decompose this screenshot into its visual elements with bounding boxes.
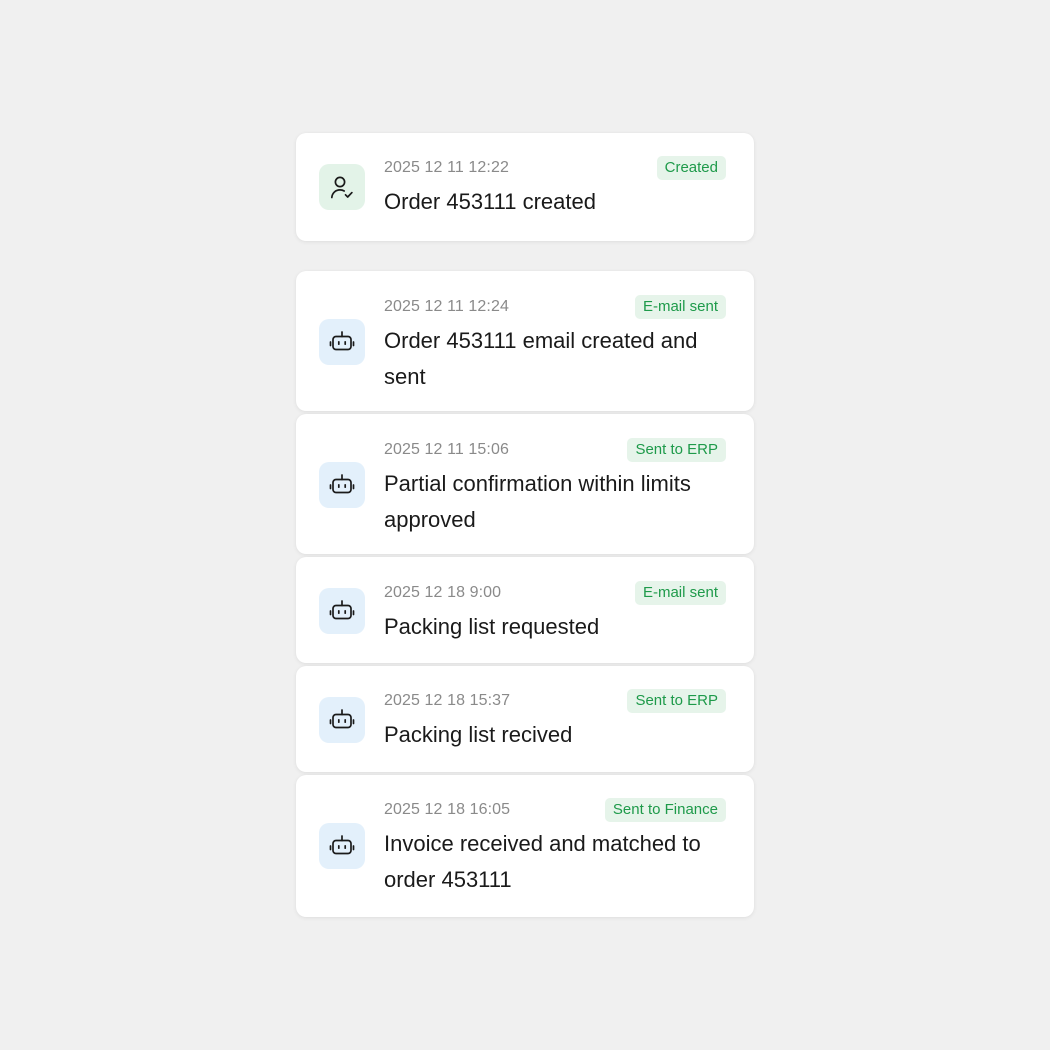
timeline-event-card[interactable]: 2025 12 18 15:37 Sent to ERP Packing lis… xyxy=(296,666,754,772)
event-timestamp: 2025 12 18 16:05 xyxy=(384,801,511,818)
timeline-event-card[interactable]: 2025 12 18 16:05 Sent to Finance Invoice… xyxy=(296,775,754,917)
event-title: Packing list requested xyxy=(384,614,600,639)
robot-icon xyxy=(319,588,365,634)
event-title: Packing list recived xyxy=(384,722,573,747)
event-timestamp: 2025 12 18 15:37 xyxy=(384,692,511,709)
event-title: Invoice received and matched to order 45… xyxy=(384,831,701,892)
status-badge: Sent to ERP xyxy=(627,438,726,462)
event-timestamp: 2025 12 11 12:24 xyxy=(384,298,509,315)
robot-icon xyxy=(319,823,365,869)
status-badge: Created xyxy=(656,156,726,180)
robot-icon xyxy=(319,319,365,365)
user-check-icon xyxy=(319,164,365,210)
event-title: Order 453111 created xyxy=(384,189,596,214)
event-title: Partial confirmation within limits appro… xyxy=(384,471,691,532)
event-title: Order 453111 email created and sent xyxy=(384,328,698,389)
event-timestamp: 2025 12 11 12:22 xyxy=(384,159,509,176)
timeline-event-card[interactable]: 2025 12 11 15:06 Sent to ERP Partial con… xyxy=(296,414,754,554)
status-badge: Sent to ERP xyxy=(627,689,726,713)
event-timestamp: 2025 12 18 9:00 xyxy=(384,584,502,601)
status-badge: E-mail sent xyxy=(634,581,726,605)
robot-icon xyxy=(319,462,365,508)
status-badge: Sent to Finance xyxy=(604,798,726,822)
timeline-event-card[interactable]: 2025 12 18 9:00 E-mail sent Packing list… xyxy=(296,557,754,663)
status-badge: E-mail sent xyxy=(634,295,726,319)
timeline-event-card[interactable]: 2025 12 11 12:22 Created Order 453111 cr… xyxy=(296,133,754,241)
event-timestamp: 2025 12 11 15:06 xyxy=(384,441,509,458)
timeline-event-card[interactable]: 2025 12 11 12:24 E-mail sent Order 45311… xyxy=(296,271,754,411)
robot-icon xyxy=(319,697,365,743)
